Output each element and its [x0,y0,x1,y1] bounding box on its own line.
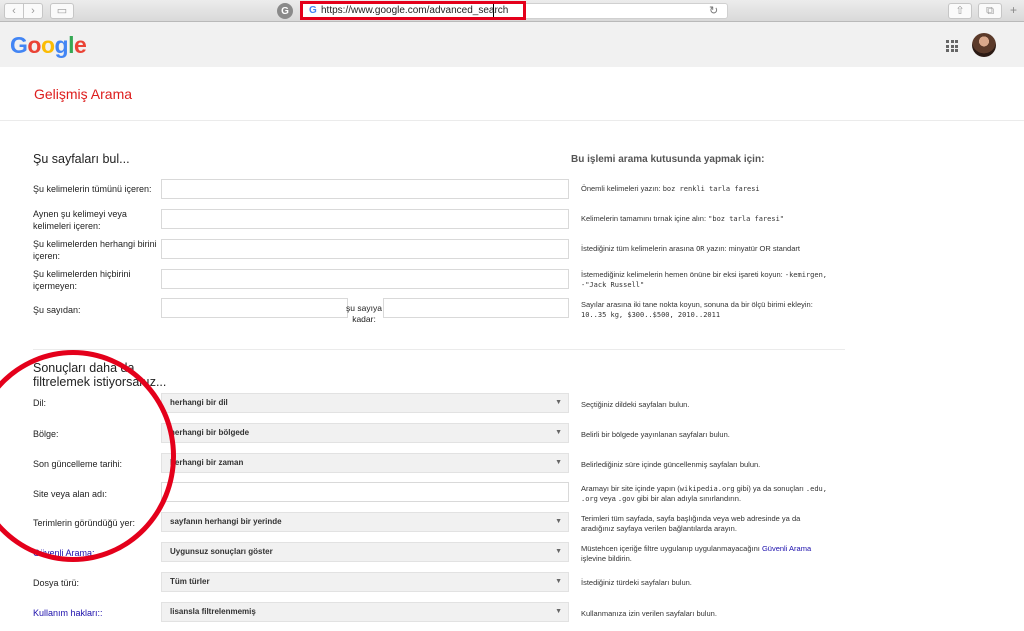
dropdown-arrow-icon: ▼ [555,548,562,555]
dropdown-arrow-icon: ▼ [555,578,562,585]
language-select[interactable]: herhangi bir dil ▼ [161,393,569,413]
none-words-label: Şu kelimelerden hiçbirini içermeyen: [33,269,131,291]
page-title: Gelişmiş Arama [34,86,133,102]
terms-location-select[interactable]: sayfanın herhangi bir yerinde ▼ [161,512,569,532]
region-hint: Belirli bir bölgede yayınlanan sayfaları… [581,430,730,439]
number-to-input[interactable] [383,298,569,318]
dropdown-arrow-icon: ▼ [555,518,562,525]
reload-icon[interactable]: ↻ [709,4,718,17]
divider [33,349,845,350]
all-words-label: Şu kelimelerin tümünü içeren: [33,184,152,194]
share-button[interactable]: ⇧ [948,3,972,19]
sidebar-toggle-button[interactable]: ▭ [50,3,74,19]
number-from-input[interactable] [161,298,348,318]
find-section-heading: Şu sayfaları bul... [33,152,130,166]
dropdown-arrow-icon: ▼ [555,429,562,436]
region-select[interactable]: herhangi bir bölgede ▼ [161,423,569,443]
number-to-label: şu sayıya kadar: [346,303,382,324]
file-type-hint: İstediğiniz türdeki sayfaları bulun. [581,578,692,587]
file-type-label: Dosya türü: [33,578,80,588]
any-words-hint: İstediğiniz tüm kelimelerin arasına OR y… [581,244,800,253]
exact-phrase-hint: Kelimelerin tamamını tırnak içine alın: … [581,214,784,223]
google-header: Google [0,22,1024,67]
avatar[interactable] [972,33,996,57]
safesearch-select[interactable]: Uygunsuz sonuçları göster ▼ [161,542,569,562]
terms-location-hint: Terimleri tüm sayfada, sayfa başlığında … [581,514,801,533]
dropdown-arrow-icon: ▼ [555,399,562,406]
exact-phrase-input[interactable] [161,209,569,229]
url-highlight-annotation [300,1,526,20]
all-words-input[interactable] [161,179,569,199]
logo-letter: o [40,32,55,58]
site-domain-hint: Aramayı bir site içinde yapın (wikipedia… [581,484,827,503]
apps-grid-icon[interactable] [946,40,958,52]
usage-rights-select[interactable]: lisansla filtrelenmemiş ▼ [161,602,569,622]
back-button[interactable]: ‹ [4,3,24,19]
usage-rights-hint: Kullanmanıza izin verilen sayfaları bulu… [581,609,717,618]
share-icon: ⇧ [955,4,965,17]
none-words-hint: İstemediğiniz kelimelerin hemen önüne bi… [581,270,828,289]
new-tab-button[interactable]: + [1010,3,1017,17]
any-words-input[interactable] [161,239,569,259]
dropdown-arrow-icon: ▼ [555,459,562,466]
hint-heading: Bu işlemi arama kutusunda yapmak için: [571,154,765,165]
tabs-icon: ⧉ [986,4,994,17]
logo-letter: G [10,32,28,58]
number-range-hint: Sayılar arasına iki tane nokta koyun, so… [581,300,813,319]
google-extension-icon[interactable]: G [277,3,293,19]
all-words-hint: Önemli kelimeleri yazın: boz renkli tarl… [581,184,760,193]
logo-letter: g [54,32,69,58]
divider [0,120,1024,121]
chevron-left-icon: ‹ [12,4,16,17]
safesearch-hint-link[interactable]: Güvenli Arama [762,544,811,553]
file-type-select[interactable]: Tüm türler ▼ [161,572,569,592]
safesearch-hint: Müstehcen içeriğe filtre uygulanıp uygul… [581,544,812,563]
google-logo[interactable]: Google [10,32,87,59]
dropdown-arrow-icon: ▼ [555,608,562,615]
sidebar-icon: ▭ [56,4,68,17]
tabs-overview-button[interactable]: ⧉ [978,3,1002,19]
last-update-hint: Belirlediğiniz süre içinde güncellenmiş … [581,460,761,469]
logo-letter: o [27,32,41,58]
forward-button[interactable]: › [23,3,43,19]
last-update-select[interactable]: herhangi bir zaman ▼ [161,453,569,473]
logo-letter: e [73,32,87,58]
browser-toolbar: ‹ › ▭ G G https://www.google.com/advance… [0,0,1024,22]
exact-phrase-label: Aynen şu kelimeyi veya kelimeleri içeren… [33,209,127,231]
usage-rights-link[interactable]: Kullanım hakları:: [33,607,161,619]
site-domain-input[interactable] [161,482,569,502]
chevron-right-icon: › [31,4,35,17]
language-hint: Seçtiğiniz dildeki sayfaları bulun. [581,400,690,409]
number-from-label: Şu sayıdan: [33,305,81,315]
any-words-label: Şu kelimelerden herhangi birini içeren: [33,239,157,261]
none-words-input[interactable] [161,269,569,289]
